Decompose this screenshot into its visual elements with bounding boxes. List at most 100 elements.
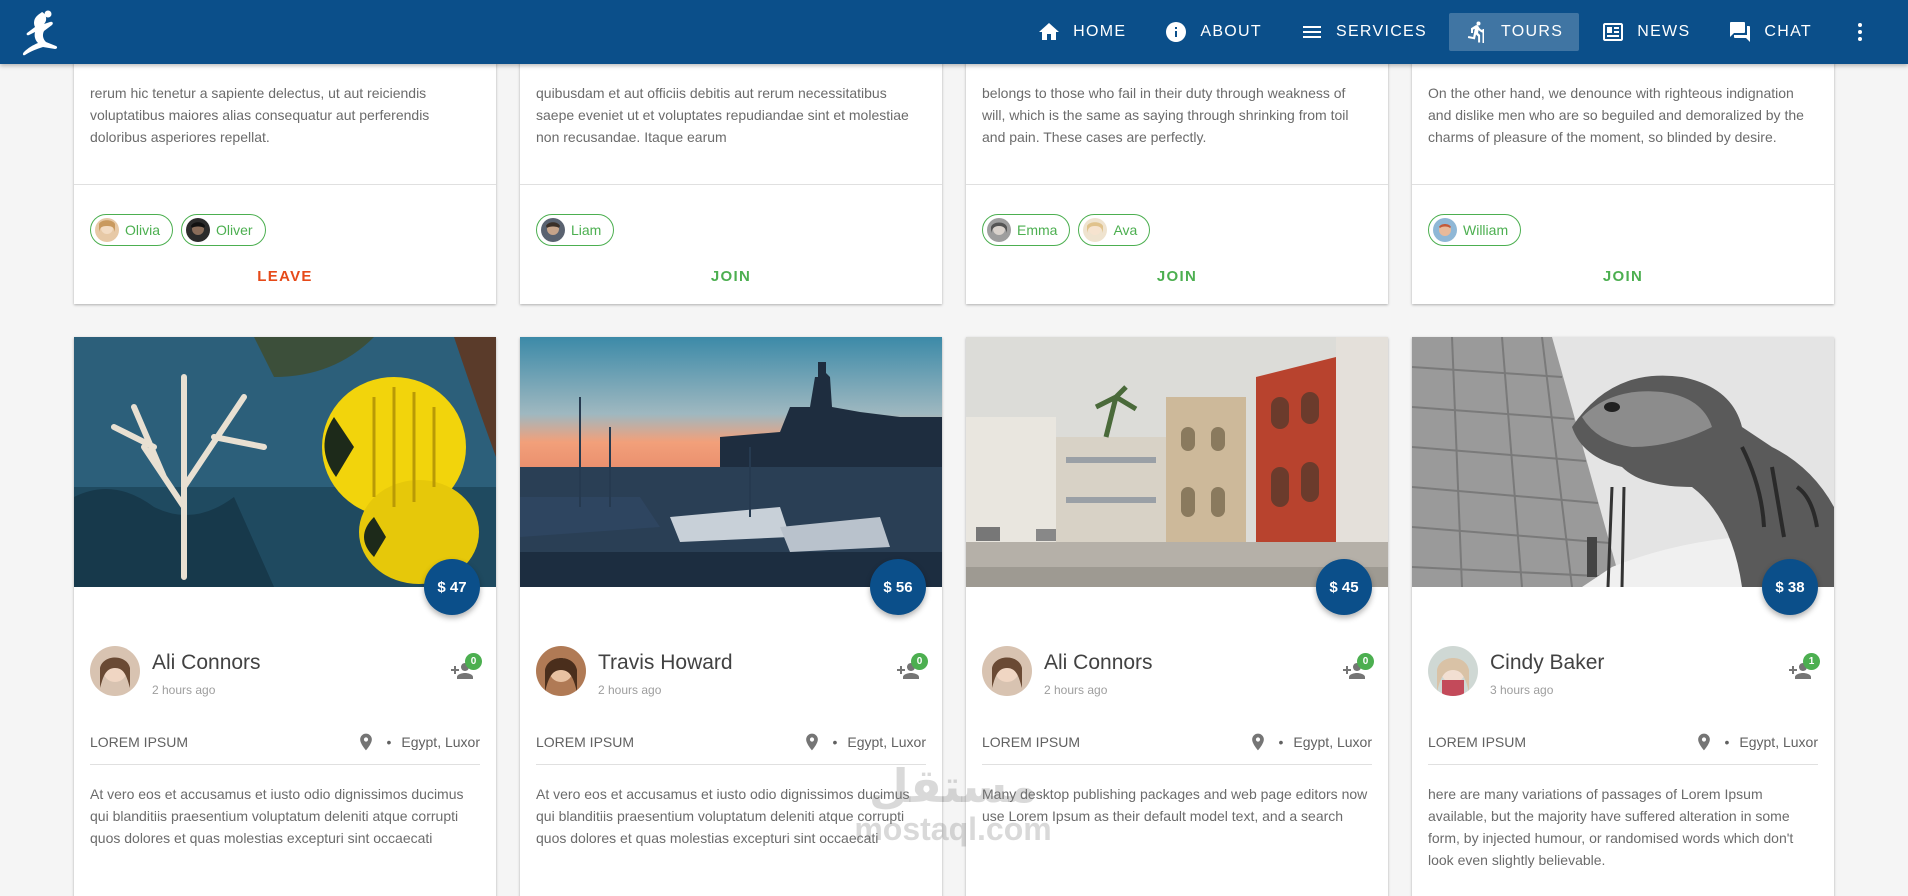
price-badge[interactable]: $ 38 <box>1762 559 1818 615</box>
location-pin-icon <box>806 733 819 751</box>
member-chip-liam[interactable]: Liam <box>536 214 615 246</box>
member-chip-olivia[interactable]: Olivia <box>90 214 174 246</box>
street-buildings-photo[interactable] <box>966 337 1388 587</box>
member-name: Olivia <box>125 222 161 238</box>
tour-description: belongs to those who fail in their duty … <box>982 85 1349 145</box>
info-icon <box>1166 22 1187 42</box>
more-menu-button[interactable] <box>1840 12 1880 52</box>
card-divider <box>520 184 942 185</box>
avatar <box>90 646 140 696</box>
member-name: Oliver <box>216 222 253 238</box>
member-chips: Olivia Oliver <box>90 214 274 246</box>
location-pin-icon <box>1698 733 1711 751</box>
join-tour-button[interactable]: 0 <box>450 653 482 683</box>
join-tour-button[interactable]: 1 <box>1788 653 1820 683</box>
member-name: Liam <box>571 222 602 238</box>
join-tour-button[interactable]: 0 <box>1342 653 1374 683</box>
author-name[interactable]: Ali Connors <box>1044 651 1153 675</box>
nav-home-label: HOME <box>1073 23 1127 40</box>
member-name: Emma <box>1017 222 1058 238</box>
logo-icon[interactable] <box>14 8 66 56</box>
tour-description: here are many variations of passages of … <box>1428 786 1794 868</box>
avatar <box>536 646 586 696</box>
avatar <box>1428 646 1478 696</box>
join-button[interactable]: JOIN <box>1412 268 1834 285</box>
member-chips: Liam <box>536 214 622 246</box>
more-vert-icon <box>1858 23 1862 41</box>
tour-category: LOREM IPSUM <box>536 734 635 750</box>
location-pin-icon <box>360 733 373 751</box>
member-name: Ava <box>1113 222 1138 238</box>
join-button[interactable]: JOIN <box>520 268 942 285</box>
leave-button[interactable]: LEAVE <box>74 268 496 285</box>
nav-news-label: NEWS <box>1637 23 1691 40</box>
tour-category: LOREM IPSUM <box>90 734 189 750</box>
tour-category: LOREM IPSUM <box>982 734 1081 750</box>
avatar <box>1433 218 1457 242</box>
tour-card-top-3: belongs to those who fail in their duty … <box>966 36 1388 304</box>
forum-icon <box>1730 22 1751 42</box>
author-name[interactable]: Travis Howard <box>598 651 733 675</box>
newspaper-icon <box>1603 23 1624 41</box>
nav-chat-label: CHAT <box>1764 23 1812 40</box>
card-divider <box>1428 764 1818 765</box>
nav-tours-label: TOURS <box>1501 23 1564 40</box>
price-badge[interactable]: $ 47 <box>424 559 480 615</box>
app-bar: HOME ABOUT SERVICES TOURS NEWS CHAT <box>0 0 1908 64</box>
post-time: 2 hours ago <box>598 683 662 697</box>
separator-dot: • <box>1724 734 1730 750</box>
price-badge[interactable]: $ 45 <box>1316 559 1372 615</box>
member-count-badge: 0 <box>1357 653 1374 670</box>
list-icon <box>1302 26 1321 38</box>
member-chip-william[interactable]: William <box>1428 214 1522 246</box>
camel-pyramid-photo[interactable] <box>1412 337 1834 587</box>
member-count-badge: 0 <box>911 653 928 670</box>
home-icon <box>1039 23 1060 40</box>
join-button[interactable]: JOIN <box>966 268 1388 285</box>
tour-location: • Egypt, Luxor <box>356 732 480 752</box>
card-divider <box>74 184 496 185</box>
card-divider <box>90 764 480 765</box>
location-pin-icon <box>1252 733 1265 751</box>
member-chip-emma[interactable]: Emma <box>982 214 1071 246</box>
nav-about[interactable]: ABOUT <box>1148 13 1278 51</box>
nav-services-label: SERVICES <box>1335 23 1427 40</box>
tour-description: On the other hand, we denounce with righ… <box>1428 85 1804 145</box>
post-time: 2 hours ago <box>152 683 216 697</box>
harbor-sunset-photo[interactable] <box>520 337 942 587</box>
nav-home[interactable]: HOME <box>1021 13 1142 51</box>
tour-description: Many desktop publishing packages and web… <box>982 786 1368 824</box>
separator-dot: • <box>1278 734 1284 750</box>
post-time: 2 hours ago <box>1044 683 1108 697</box>
avatar <box>186 218 211 242</box>
location-text: Egypt, Luxor <box>847 734 926 750</box>
member-chip-ava[interactable]: Ava <box>1078 214 1151 246</box>
separator-dot: • <box>386 734 392 750</box>
nav-services[interactable]: SERVICES <box>1284 13 1443 51</box>
avatar <box>95 218 119 242</box>
member-count-badge: 1 <box>1803 653 1820 670</box>
avatar <box>1083 218 1108 242</box>
nav-news[interactable]: NEWS <box>1585 13 1706 51</box>
author-name[interactable]: Cindy Baker <box>1490 651 1604 675</box>
join-tour-button[interactable]: 0 <box>896 653 928 683</box>
tour-description: quibusdam et aut officiis debitis aut re… <box>536 85 909 145</box>
member-count-badge: 0 <box>465 653 482 670</box>
card-divider <box>1412 184 1834 185</box>
card-divider <box>536 764 926 765</box>
reef-fish-photo[interactable] <box>74 337 496 587</box>
tour-location: • Egypt, Luxor <box>802 732 926 752</box>
location-text: Egypt, Luxor <box>1293 734 1372 750</box>
nav-chat[interactable]: CHAT <box>1712 13 1828 51</box>
tour-card-4: $ 38 Cindy Baker 3 hours ago 1 LOREM IPS… <box>1412 337 1834 896</box>
card-divider <box>982 764 1372 765</box>
member-name: William <box>1463 222 1509 238</box>
price-badge[interactable]: $ 56 <box>870 559 926 615</box>
nav-about-label: ABOUT <box>1200 23 1262 40</box>
tour-card-3: $ 45 Ali Connors 2 hours ago 0 LOREM IPS… <box>966 337 1388 896</box>
author-name[interactable]: Ali Connors <box>152 651 261 675</box>
main-nav: HOME ABOUT SERVICES TOURS NEWS CHAT <box>1015 0 1880 64</box>
nav-tours[interactable]: TOURS <box>1449 13 1580 51</box>
location-text: Egypt, Luxor <box>1739 734 1818 750</box>
member-chip-oliver[interactable]: Oliver <box>181 214 266 246</box>
